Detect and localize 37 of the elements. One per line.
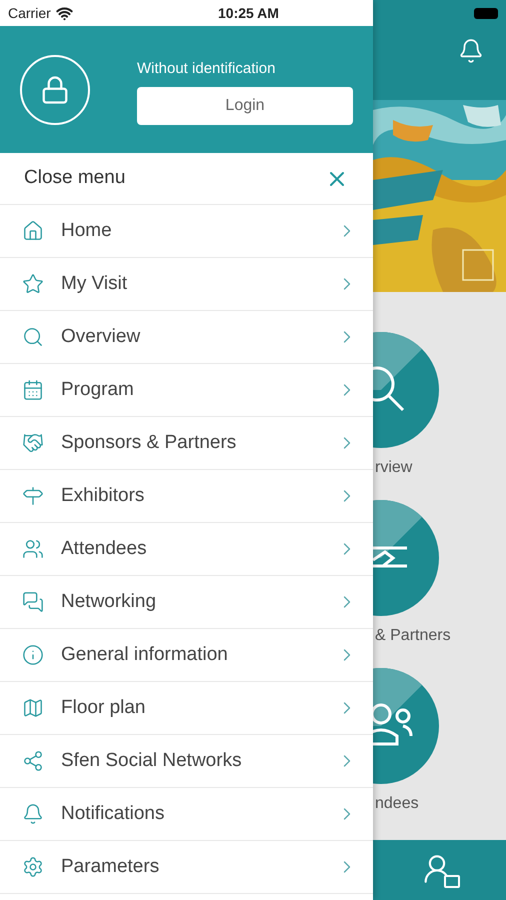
menu-item[interactable]: Overview — [0, 311, 373, 364]
share-icon — [22, 750, 44, 772]
info-icon — [22, 644, 44, 666]
menu-item[interactable]: Home — [0, 205, 373, 258]
star-icon — [22, 273, 44, 295]
menu-item[interactable]: Notifications — [0, 788, 373, 841]
status-time: 10:25 AM — [218, 4, 279, 22]
home-icon — [22, 220, 44, 242]
menu-item[interactable]: General information — [0, 629, 373, 682]
handshake-icon — [22, 432, 44, 454]
settings-icon — [22, 856, 44, 878]
menu-item[interactable]: Program — [0, 364, 373, 417]
people-icon — [22, 538, 44, 560]
menu-item[interactable]: Exhibitors — [0, 470, 373, 523]
bell-icon[interactable] — [458, 38, 484, 64]
signpost-icon — [22, 485, 44, 507]
wifi-icon — [56, 4, 73, 22]
lock-avatar-icon — [20, 54, 90, 124]
calendar-icon — [22, 379, 44, 401]
carrier-label: Carrier — [8, 4, 51, 22]
battery-icon — [474, 8, 498, 18]
search-icon — [22, 326, 44, 348]
tile-label: rview — [374, 458, 414, 478]
chat-icon — [22, 591, 44, 613]
menu-item[interactable]: Floor plan — [0, 682, 373, 735]
menu-item[interactable]: Networking — [0, 576, 373, 629]
tile-label: & Partners — [374, 626, 452, 646]
menu-item[interactable]: Attendees — [0, 523, 373, 576]
menu-item[interactable]: Sfen Social Networks — [0, 735, 373, 788]
menu-item[interactable]: Sponsors & Partners — [0, 417, 373, 470]
identity-label: Without identification — [137, 59, 276, 80]
tile-label: ndees — [374, 794, 420, 814]
login-button[interactable]: Login — [137, 86, 353, 125]
menu-item[interactable]: My Visit — [0, 258, 373, 311]
bell-icon — [22, 803, 44, 825]
map-icon — [22, 697, 44, 719]
menu-item[interactable]: Parameters — [0, 841, 373, 894]
